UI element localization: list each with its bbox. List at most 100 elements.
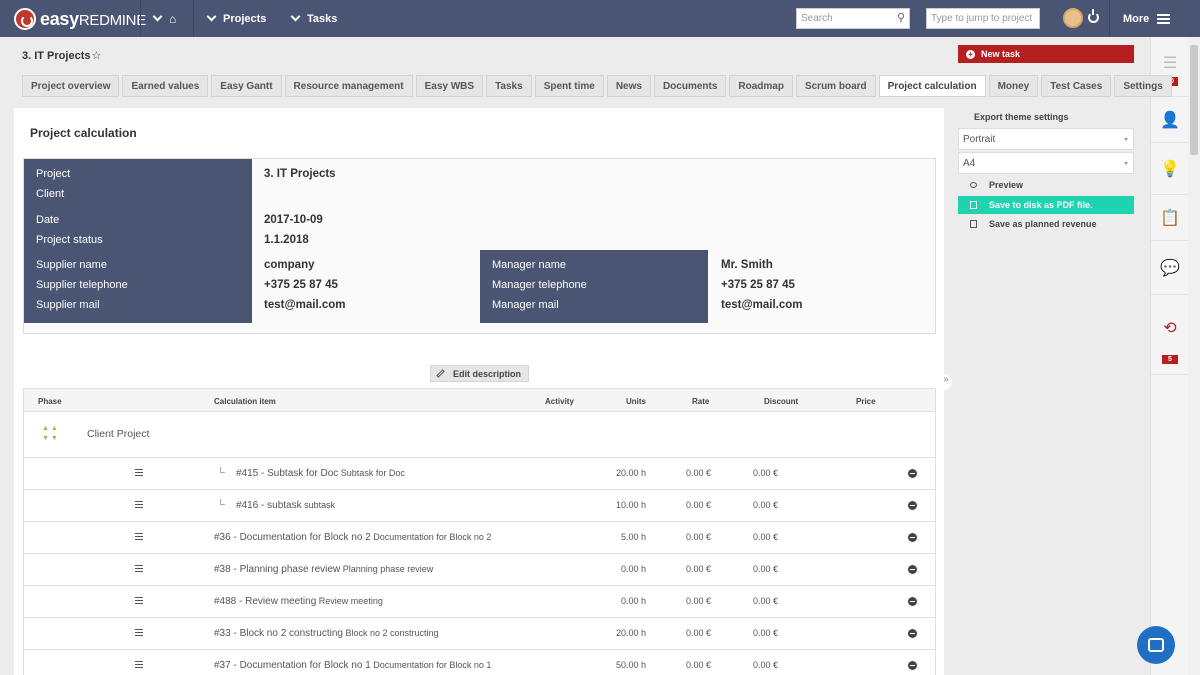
scrollbar-thumb[interactable] <box>1190 45 1198 155</box>
value-project: 3. IT Projects <box>264 168 336 180</box>
projects-menu[interactable]: Projects <box>206 0 266 37</box>
label-project-status: Project status <box>36 234 103 246</box>
tab-resource-management[interactable]: Resource management <box>284 75 413 97</box>
calculation-item[interactable]: #488 - Review meeting Review meeting <box>214 596 383 607</box>
remove-row-icon[interactable] <box>908 565 917 574</box>
drag-handle-icon[interactable] <box>135 565 143 572</box>
header-calculation-item: Calculation item <box>214 397 276 406</box>
tab-easy-wbs[interactable]: Easy WBS <box>415 75 484 97</box>
logo-icon <box>14 8 36 30</box>
remove-row-icon[interactable] <box>908 597 917 606</box>
tree-branch-icon <box>220 499 225 505</box>
rail-checklist[interactable]: 📋 <box>1151 195 1189 241</box>
tab-test-cases[interactable]: Test Cases <box>1041 75 1112 97</box>
header-activity: Activity <box>545 397 574 406</box>
tab-spent-time[interactable]: Spent time <box>534 75 604 97</box>
drag-handle-icon[interactable] <box>135 661 143 668</box>
lightbulb-icon: 💡 <box>1160 160 1180 178</box>
tab-project-calculation[interactable]: Project calculation <box>878 75 986 97</box>
calculation-item[interactable]: #36 - Documentation for Block no 2 Docum… <box>214 532 491 543</box>
item-discount: 0.00 € <box>752 596 778 606</box>
easy-redmine-logo[interactable]: easyREDMINE <box>14 8 146 30</box>
drag-handle-icon[interactable] <box>135 501 143 508</box>
star-icon[interactable]: ☆ <box>91 50 101 62</box>
table-row[interactable]: #37 - Documentation for Block no 1 Docum… <box>23 650 936 675</box>
tab-tasks[interactable]: Tasks <box>486 75 532 97</box>
search-input[interactable]: Search ⚲ <box>796 8 910 29</box>
top-navigation-bar: easyREDMINE ⌂ Projects Tasks Search ⚲ Ty… <box>0 0 1200 37</box>
avatar[interactable] <box>1063 8 1083 28</box>
paper-size-value: A4 <box>963 158 976 169</box>
remove-row-icon[interactable] <box>908 469 917 478</box>
drag-handle-icon[interactable] <box>135 629 143 636</box>
remove-row-icon[interactable] <box>908 501 917 510</box>
remove-row-icon[interactable] <box>908 629 917 638</box>
table-row[interactable]: #416 - subtask subtask 10.00 h 0.00 € 0.00 … <box>23 490 936 522</box>
right-rail: ☰ 10 👤 💡 📋 💬 ⟲ 5 <box>1150 37 1189 675</box>
orientation-select[interactable]: Portrait <box>958 128 1134 150</box>
table-row[interactable]: #33 - Block no 2 constructing Block no 2… <box>23 618 936 650</box>
page-scrollbar[interactable] <box>1188 37 1200 675</box>
phase-row[interactable]: ▲ ▲ ▼ ▼ Client Project <box>23 412 936 458</box>
nav-divider <box>140 0 141 37</box>
calculation-item[interactable]: #415 - Subtask for Doc Subtask for Doc <box>236 468 405 479</box>
tab-documents[interactable]: Documents <box>653 75 727 97</box>
rail-users[interactable]: 👤 <box>1151 97 1189 143</box>
value-supplier-name: company <box>264 259 315 271</box>
paper-size-select[interactable]: A4 <box>958 152 1134 174</box>
tab-project-overview[interactable]: Project overview <box>22 75 120 97</box>
chevron-down-icon <box>206 11 217 22</box>
drag-handle-icon[interactable] <box>135 469 143 476</box>
item-rate: 0.00 € <box>685 660 711 670</box>
home-icon: ⌂ <box>169 11 177 26</box>
more-menu[interactable]: More <box>1123 0 1171 37</box>
drag-handle-icon[interactable] <box>135 597 143 604</box>
calculation-item[interactable]: #37 - Documentation for Block no 1 Docum… <box>214 660 491 671</box>
history-badge: 5 <box>1162 355 1178 364</box>
hamburger-icon <box>1157 13 1171 24</box>
chat-widget-button[interactable] <box>1137 626 1175 664</box>
tab-roadmap[interactable]: Roadmap <box>729 75 793 97</box>
label-supplier-name: Supplier name <box>36 259 107 271</box>
orientation-value: Portrait <box>963 134 996 145</box>
home-menu[interactable]: ⌂ <box>152 0 177 37</box>
table-row[interactable]: #415 - Subtask for Doc Subtask for Doc 20… <box>23 458 936 490</box>
move-arrows-icon[interactable]: ▲ ▲ ▼ ▼ <box>42 424 62 444</box>
rail-history[interactable]: ⟲ 5 <box>1151 295 1189 375</box>
item-units: 20.00 h <box>615 468 646 478</box>
remove-row-icon[interactable] <box>908 533 917 542</box>
preview-link[interactable]: Preview <box>958 176 1134 194</box>
table-row[interactable]: #38 - Planning phase review Planning pha… <box>23 554 936 586</box>
drag-handle-icon[interactable] <box>135 533 143 540</box>
header-units: Units <box>626 397 646 406</box>
rail-ideas[interactable]: 💡 <box>1151 143 1189 195</box>
item-title: #38 - Planning phase review <box>214 564 341 575</box>
calculation-item[interactable]: #416 - subtask subtask <box>236 500 335 511</box>
collapse-sidebar-toggle[interactable]: » <box>940 374 952 390</box>
item-subject: Subtask for Doc <box>340 468 405 478</box>
jump-to-project-input[interactable]: Type to jump to project <box>926 8 1040 29</box>
tab-easy-gantt[interactable]: Easy Gantt <box>211 75 282 97</box>
item-title: #37 - Documentation for Block no 1 <box>214 660 371 671</box>
tab-money[interactable]: Money <box>988 75 1039 97</box>
remove-row-icon[interactable] <box>908 661 917 670</box>
tab-earned-values[interactable]: Earned values <box>122 75 209 97</box>
table-row[interactable]: #488 - Review meeting Review meeting 0.00… <box>23 586 936 618</box>
search-icon[interactable]: ⚲ <box>897 11 905 24</box>
tab-scrum-board[interactable]: Scrum board <box>795 75 876 97</box>
save-pdf-button[interactable]: Save to disk as PDF file. <box>958 196 1134 214</box>
rail-chat[interactable]: 💬 <box>1151 241 1189 295</box>
power-icon[interactable] <box>1088 9 1099 23</box>
save-revenue-link[interactable]: Save as planned revenue <box>958 215 1134 233</box>
new-task-button[interactable]: + New task <box>958 45 1134 63</box>
label-client: Client <box>36 188 65 200</box>
header-discount: Discount <box>764 397 799 406</box>
table-row[interactable]: #36 - Documentation for Block no 2 Docum… <box>23 522 936 554</box>
calculation-item[interactable]: #33 - Block no 2 constructing Block no 2… <box>214 628 439 639</box>
tasks-menu[interactable]: Tasks <box>290 0 337 37</box>
edit-description-button[interactable]: Edit description <box>430 365 529 382</box>
calculation-item[interactable]: #38 - Planning phase review Planning pha… <box>214 564 433 575</box>
tab-settings[interactable]: Settings <box>1114 75 1172 97</box>
tab-news[interactable]: News <box>606 75 651 97</box>
item-discount: 0.00 € <box>752 628 778 638</box>
